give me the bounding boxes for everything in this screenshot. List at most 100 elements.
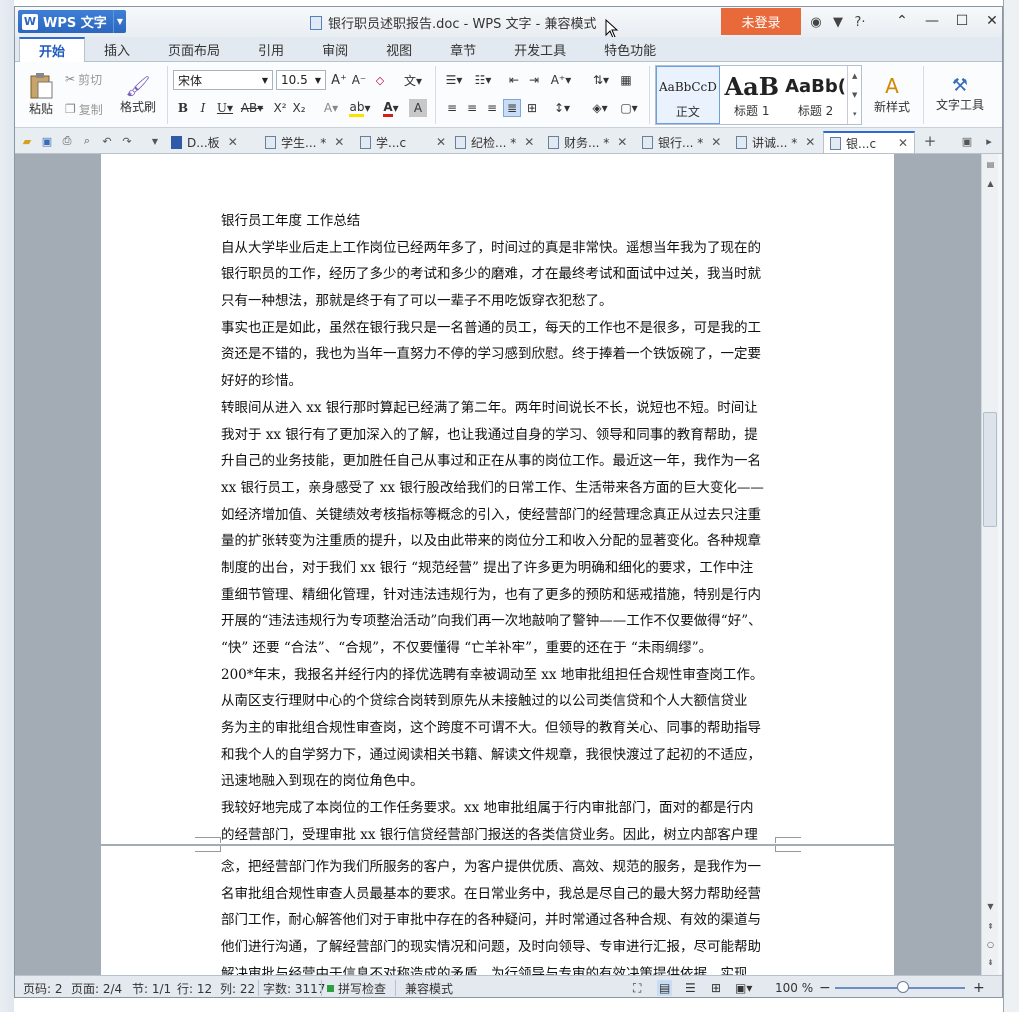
doc-tab[interactable]: 银行... * ✕ (642, 131, 721, 153)
text-line[interactable]: 如经济增加值、关键绩效考核指标等概念的引入，使经营部门的经营理念真正从过去只注重 (221, 502, 775, 529)
bold-icon[interactable]: B (175, 99, 191, 117)
vertical-scrollbar[interactable]: ▤ ▲ ▼ ⇞ ○ ⇟ (981, 154, 998, 975)
page-text[interactable]: 银行员工年度 工作总结 自从大学毕业后走上工作岗位已经两年多了，时间过的真是非常快… (221, 208, 775, 849)
doc-tab[interactable]: 讲诚... * ✕ (736, 131, 815, 153)
close-icon[interactable]: ✕ (334, 135, 344, 149)
text-line[interactable]: 的经营部门，受理审批 xx 银行信贷经营部门报送的各类信贷业务。因此，树立内部客… (221, 822, 775, 849)
text-line[interactable]: 务为主的审批组合规性审查岗，这个跨度不可谓不大。但领导的教育关心、同事的帮助指导 (221, 715, 775, 742)
text-line[interactable]: 迅速地融入到现在的岗位角色中。 (221, 768, 775, 795)
bullets-icon[interactable]: ☰▾ (441, 71, 467, 89)
print-preview-icon[interactable]: ⌕ (79, 133, 95, 149)
page[interactable]: 银行员工年度 工作总结 自从大学毕业后走上工作岗位已经两年多了，时间过的真是非常快… (101, 154, 894, 844)
tab-view[interactable]: 视图 (367, 37, 431, 62)
text-line[interactable]: 开展的“违法违规行为专项整治活动”向我们再一次地敲响了警钟——工作不仅要做得“好… (221, 608, 775, 635)
superscript-icon[interactable]: X² (271, 99, 289, 117)
text-line[interactable]: 我对于 xx 银行有了更加深入的了解，也让我通过自身的学习、领导和同事的教育帮助… (221, 422, 775, 449)
login-button[interactable]: 未登录 (721, 8, 801, 35)
numbering-icon[interactable]: ☷▾ (470, 71, 496, 89)
close-icon[interactable]: ✕ (524, 135, 534, 149)
line-spacing-icon[interactable]: ↕▾ (549, 99, 575, 117)
subscript-icon[interactable]: X₂ (290, 99, 308, 117)
close-icon[interactable]: ✕ (228, 135, 238, 149)
chevron-down-icon[interactable]: ▼ (852, 91, 857, 99)
close-icon[interactable]: ✕ (617, 135, 627, 149)
shrink-font-icon[interactable]: A⁻ (350, 71, 368, 89)
strikethrough-icon[interactable]: AB▾ (239, 99, 265, 117)
underline-icon[interactable]: U▾ (214, 99, 236, 117)
status-page-code[interactable]: 页码: 2 (23, 980, 63, 996)
zoom-out-icon[interactable]: − (819, 980, 831, 996)
maximize-icon[interactable]: ☐ (947, 9, 977, 33)
style-heading-1[interactable]: AaB 标题 1 (720, 66, 784, 124)
tab-developer[interactable]: 开发工具 (495, 37, 585, 62)
text-tools-button[interactable]: ⚒ 文字工具 (931, 66, 989, 122)
outline-view-icon[interactable]: ☰ (685, 980, 696, 996)
expand-icon[interactable]: ▾ (853, 110, 857, 118)
text-line[interactable]: 转眼间从进入 xx 银行那时算起已经满了第二年。两年时间说长不长，说短也不短。时… (221, 395, 775, 422)
tab-review[interactable]: 审阅 (303, 37, 367, 62)
scroll-thumb[interactable] (983, 412, 997, 527)
status-word-count[interactable]: 字数: 3117 (263, 980, 325, 996)
chevron-down-icon[interactable]: ▼ (113, 10, 126, 33)
text-line[interactable]: 制度的出台，对于我们 xx 银行 “规范经营” 提出了许多更为明确和细化的要求，… (221, 555, 775, 582)
font-case-icon[interactable]: A⁺▾ (547, 71, 575, 89)
feedback-icon[interactable]: ◉ (805, 11, 827, 33)
web-view-icon[interactable]: ⊞ (711, 980, 721, 996)
page-text[interactable]: 念，把经营部门作为我们所服务的客户，为客户提供优质、高效、规范的服务，是我作为一… (221, 854, 775, 981)
decrease-indent-icon[interactable]: ⇤ (505, 71, 523, 89)
close-icon[interactable]: ✕ (898, 136, 908, 150)
page-view-icon[interactable]: ▤ (657, 980, 673, 996)
clear-format-icon[interactable]: ◇ (371, 71, 389, 89)
text-line[interactable]: 名审批组合规性审查人员最基本的要求。在日常业务中，我总是尽自己的最大努力帮助经营 (221, 881, 775, 908)
text-line[interactable]: 事实也正是如此，虽然在银行我只是一名普通的员工，每天的工作也不是很多，可是我的工 (221, 315, 775, 342)
zoom-level[interactable]: 100 % (775, 980, 813, 996)
text-line[interactable]: xx 银行员工，亲身感受了 xx 银行股改给我们的日常工作、生活带来各方面的巨大… (221, 475, 775, 502)
next-page-icon[interactable]: ⇟ (983, 955, 998, 969)
collapse-ribbon-icon[interactable]: ⌃ (887, 9, 917, 33)
tab-insert[interactable]: 插入 (85, 37, 149, 62)
scroll-down-icon[interactable]: ▼ (983, 899, 998, 913)
pinyin-icon[interactable]: 文▾ (399, 71, 427, 89)
text-line[interactable]: 和我个人的自学努力下，通过阅读相关书籍、解读文件规章，我很快渡过了起初的不适应， (221, 742, 775, 769)
text-line[interactable]: 念，把经营部门作为我们所服务的客户，为客户提供优质、高效、规范的服务，是我作为一 (221, 854, 775, 881)
help-icon[interactable]: ?· (849, 11, 871, 33)
style-scroll[interactable]: ▲ ▼ ▾ (847, 66, 861, 124)
tab-references[interactable]: 引用 (239, 37, 303, 62)
tab-page-layout[interactable]: 页面布局 (149, 37, 239, 62)
style-heading-2[interactable]: AaBb( 标题 2 (784, 66, 848, 124)
font-name-select[interactable]: 宋体 ▼ (173, 70, 273, 90)
close-icon[interactable]: ✕ (977, 9, 1002, 33)
align-center-icon[interactable]: ≡ (463, 99, 481, 117)
text-line[interactable]: 银行职员的工作，经历了多少的考试和多少的磨难，才在最终考试和面试中过关，我当时就 (221, 261, 775, 288)
text-line[interactable]: 从南区支行理财中心的个贷综合岗转到原先从未接触过的以公司类信贷和个人大额信贷业 (221, 688, 775, 715)
align-justify-icon[interactable]: ≣ (503, 99, 521, 117)
sort-icon[interactable]: ⇅▾ (589, 71, 613, 89)
text-line[interactable]: 好好的珍惜。 (221, 368, 775, 395)
font-color-icon[interactable]: A ▾ (379, 99, 403, 117)
table-grid-icon[interactable]: ▦ (617, 71, 635, 89)
print-icon[interactable]: ⎙ (59, 133, 75, 149)
text-effect-icon[interactable]: A▾ (320, 99, 342, 117)
scroll-up-icon[interactable]: ▲ (983, 176, 998, 190)
format-painter-button[interactable]: 🖌 格式刷 (115, 66, 161, 122)
text-line[interactable]: 只有一种想法，那就是终于有了可以一辈子不用吃饭穿衣犯愁了。 (221, 288, 775, 315)
split-icon[interactable]: ▤ (983, 157, 998, 171)
zoom-slider-thumb[interactable] (897, 981, 909, 993)
italic-icon[interactable]: I (195, 99, 211, 117)
new-tab-icon[interactable]: + (922, 132, 938, 150)
text-line[interactable]: 量的扩张转变为注重质的提升，以及由此带来的岗位分工和收入分配的显著变化。各种规章 (221, 528, 775, 555)
text-line[interactable]: 重细节管理、精细化管理，针对违法违规行为，也有了更多的预防和惩戒措施，特别是行内 (221, 582, 775, 609)
customize-icon[interactable]: ▼ (147, 133, 163, 149)
save-icon[interactable]: ▣ (39, 133, 55, 149)
close-icon[interactable]: ✕ (436, 135, 446, 149)
minimize-icon[interactable]: — (917, 9, 947, 33)
chevron-up-icon[interactable]: ▲ (852, 72, 857, 80)
spell-check-toggle[interactable]: 拼写检查 (327, 980, 386, 996)
increase-indent-icon[interactable]: ⇥ (525, 71, 543, 89)
style-normal[interactable]: AaBbCcD 正文 (656, 66, 720, 124)
copy-button[interactable]: ❐ 复制 (65, 100, 103, 118)
cut-button[interactable]: ✂ 剪切 (65, 70, 102, 88)
open-icon[interactable]: ▰ (19, 133, 35, 149)
page[interactable]: 念，把经营部门作为我们所服务的客户，为客户提供优质、高效、规范的服务，是我作为一… (101, 846, 894, 981)
grow-font-icon[interactable]: A⁺ (330, 71, 348, 89)
